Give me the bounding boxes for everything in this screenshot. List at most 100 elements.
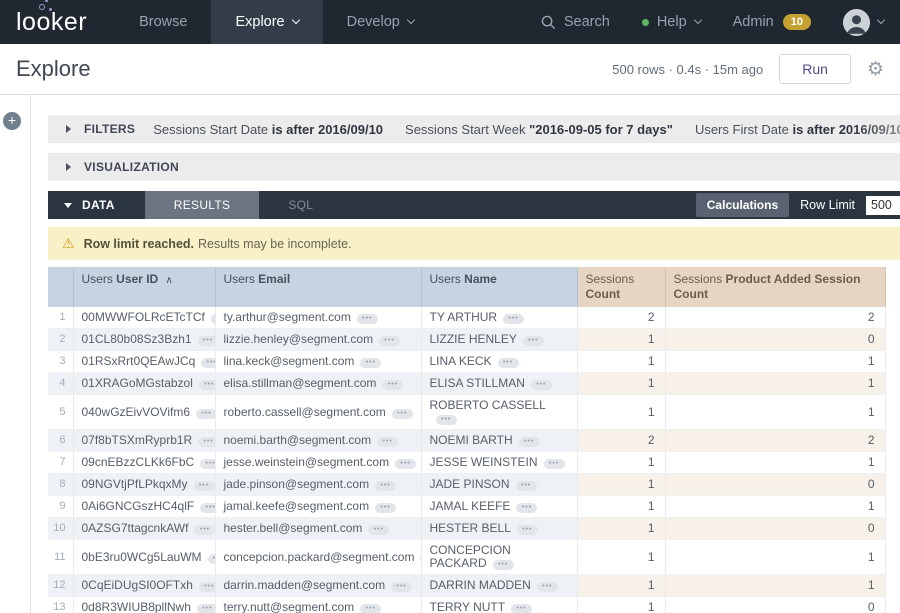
cell-product-added-count: 2 (665, 430, 885, 452)
cell-email-value: lina.keck@segment.com (224, 354, 355, 368)
filters-panel[interactable]: FILTERS Sessions Start Date is after 201… (48, 115, 900, 143)
row-number-value: 12 (53, 579, 65, 591)
cell-name-value: NOEMI BARTH (430, 433, 513, 447)
cell-menu-icon[interactable]: ••• (382, 380, 403, 390)
cell-user-id: 00MWWFOLRcETcTCf••• (73, 307, 215, 329)
column-header-count[interactable]: Sessions Count (577, 267, 665, 307)
cell-menu-icon[interactable]: ••• (377, 437, 398, 447)
visualization-panel[interactable]: VISUALIZATION (48, 153, 900, 181)
cell-menu-icon[interactable]: ••• (357, 314, 378, 324)
cell-sessions-count-value: 1 (648, 332, 655, 346)
cell-menu-icon[interactable]: ••• (516, 503, 537, 513)
cell-sessions-count-value: 1 (648, 521, 655, 535)
cell-menu-icon[interactable]: ••• (392, 409, 413, 419)
cell-user-id-value: 07f8bTSXmRyprb1R (82, 433, 193, 447)
table-row: 1 00MWWFOLRcETcTCf••• ty.arthur@segment.co… (48, 307, 885, 329)
gear-icon[interactable]: ⚙ (867, 60, 884, 79)
nav-search[interactable]: Search (541, 14, 610, 30)
nav-item-label: Explore (235, 14, 284, 30)
cell-menu-icon[interactable]: ••• (375, 481, 396, 491)
cell-menu-icon[interactable]: ••• (503, 314, 524, 324)
cell-email-value: ty.arthur@segment.com (224, 310, 351, 324)
column-header-user-id[interactable]: Users User ID ∧ (73, 267, 215, 307)
cell-menu-icon[interactable]: ••• (208, 554, 215, 564)
nav-item-browse[interactable]: Browse (115, 0, 211, 44)
column-header-email[interactable]: Users Email (215, 267, 421, 307)
cell-menu-icon[interactable]: ••• (516, 481, 537, 491)
cell-email: hester.bell@segment.com••• (215, 518, 421, 540)
cell-menu-icon[interactable]: ••• (360, 358, 381, 368)
cell-menu-icon[interactable]: ••• (201, 358, 215, 368)
cell-email-value: roberto.cassell@segment.com (224, 405, 386, 419)
data-panel-toggle[interactable]: DATA (48, 191, 131, 219)
cell-menu-icon[interactable]: ••• (493, 560, 514, 570)
add-field-button[interactable]: + (3, 112, 21, 130)
chevron-down-icon (877, 16, 885, 24)
cell-menu-icon[interactable]: ••• (198, 437, 215, 447)
nav-help[interactable]: Help (642, 14, 701, 30)
warning-bold-text: Row limit reached. (84, 237, 194, 251)
cell-menu-icon[interactable]: ••• (395, 459, 416, 469)
cell-name-value: ELISA STILLMAN (430, 376, 525, 390)
looker-logo[interactable]: looker (16, 8, 87, 37)
filter-item[interactable]: Sessions Start Week "2016-09-05 for 7 da… (405, 122, 673, 137)
column-header-name[interactable]: Users Name (421, 267, 577, 307)
warning-text: Results may be incomplete. (198, 237, 352, 251)
cell-menu-icon[interactable]: ••• (531, 380, 552, 390)
column-header-product-added-session-count[interactable]: Sessions Product Added Session Count (665, 267, 885, 307)
cell-menu-icon[interactable]: ••• (194, 525, 215, 535)
cell-user-id-value: 01CL80b08Sz3Bzh1 (82, 332, 192, 346)
field-picker-gutter: + (0, 95, 31, 613)
row-number-value: 1 (59, 311, 65, 323)
cell-menu-icon[interactable]: ••• (199, 582, 215, 592)
data-panel-label: DATA (82, 198, 115, 212)
cell-menu-icon[interactable]: ••• (199, 380, 215, 390)
cell-menu-icon[interactable]: ••• (523, 336, 544, 346)
row-limit-input[interactable] (866, 196, 900, 215)
data-panel-bar: DATA RESULTS SQL Calculations Row Limit … (48, 191, 900, 219)
table-row: 809NGVtjPfLPkqxMy•••jade.pinson@segment.… (48, 474, 885, 496)
cell-menu-icon[interactable]: ••• (211, 314, 215, 324)
calculations-button[interactable]: Calculations (696, 193, 789, 217)
cell-menu-icon[interactable]: ••• (196, 409, 215, 419)
nav-admin[interactable]: Admin 10 (733, 14, 811, 30)
cell-menu-icon[interactable]: ••• (379, 336, 400, 346)
cell-menu-icon[interactable]: ••• (194, 481, 215, 491)
table-header-row: Users User ID ∧Users EmailUsers NameSess… (48, 267, 885, 307)
cell-menu-icon[interactable]: ••• (511, 604, 532, 613)
cell-menu-icon[interactable]: ••• (197, 604, 215, 613)
cell-menu-icon[interactable]: ••• (537, 582, 558, 592)
cell-name: HESTER BELL••• (421, 518, 577, 540)
nav-item-develop[interactable]: Develop (323, 0, 438, 44)
cell-menu-icon[interactable]: ••• (436, 415, 457, 425)
nav-item-explore[interactable]: Explore (211, 0, 322, 44)
cell-menu-icon[interactable]: ••• (498, 358, 519, 368)
cell-sessions-count: 1 (577, 496, 665, 518)
cell-menu-icon[interactable]: ••• (375, 503, 396, 513)
row-number-value: 2 (59, 333, 65, 345)
cell-menu-icon[interactable]: ••• (391, 582, 412, 592)
cell-product-added-count: 1 (665, 395, 885, 430)
cell-menu-icon[interactable]: ••• (360, 604, 381, 613)
run-button[interactable]: Run (779, 54, 851, 84)
tab-results[interactable]: RESULTS (145, 191, 260, 219)
cell-name: ELISA STILLMAN ••• (421, 373, 577, 395)
cell-menu-icon[interactable]: ••• (517, 525, 538, 535)
cell-menu-icon[interactable]: ••• (200, 459, 215, 469)
cell-user-id: 09NGVtjPfLPkqxMy••• (73, 474, 215, 496)
cell-menu-icon[interactable]: ••• (198, 336, 215, 346)
nav-item-label: Develop (347, 14, 400, 30)
nav-user-menu[interactable] (843, 9, 884, 36)
filter-item[interactable]: Sessions Start Date is after 2016/09/10 (153, 122, 383, 137)
cell-sessions-count-value: 1 (648, 499, 655, 513)
table-row: 90Ai6GNCGszHC4qlF•••jamal.keefe@segment.… (48, 496, 885, 518)
cell-menu-icon[interactable]: ••• (200, 503, 215, 513)
cell-product-added-count-value: 1 (868, 376, 875, 390)
cell-menu-icon[interactable]: ••• (519, 437, 540, 447)
tab-sql[interactable]: SQL (259, 191, 342, 219)
cell-menu-icon[interactable]: ••• (544, 459, 565, 469)
row-number: 1 (48, 307, 73, 329)
logo-bubble-icon (39, 4, 45, 10)
table-row: 110bE3ru0WCg5LauWM•••concepcion.packard@… (48, 540, 885, 575)
cell-menu-icon[interactable]: ••• (368, 525, 389, 535)
